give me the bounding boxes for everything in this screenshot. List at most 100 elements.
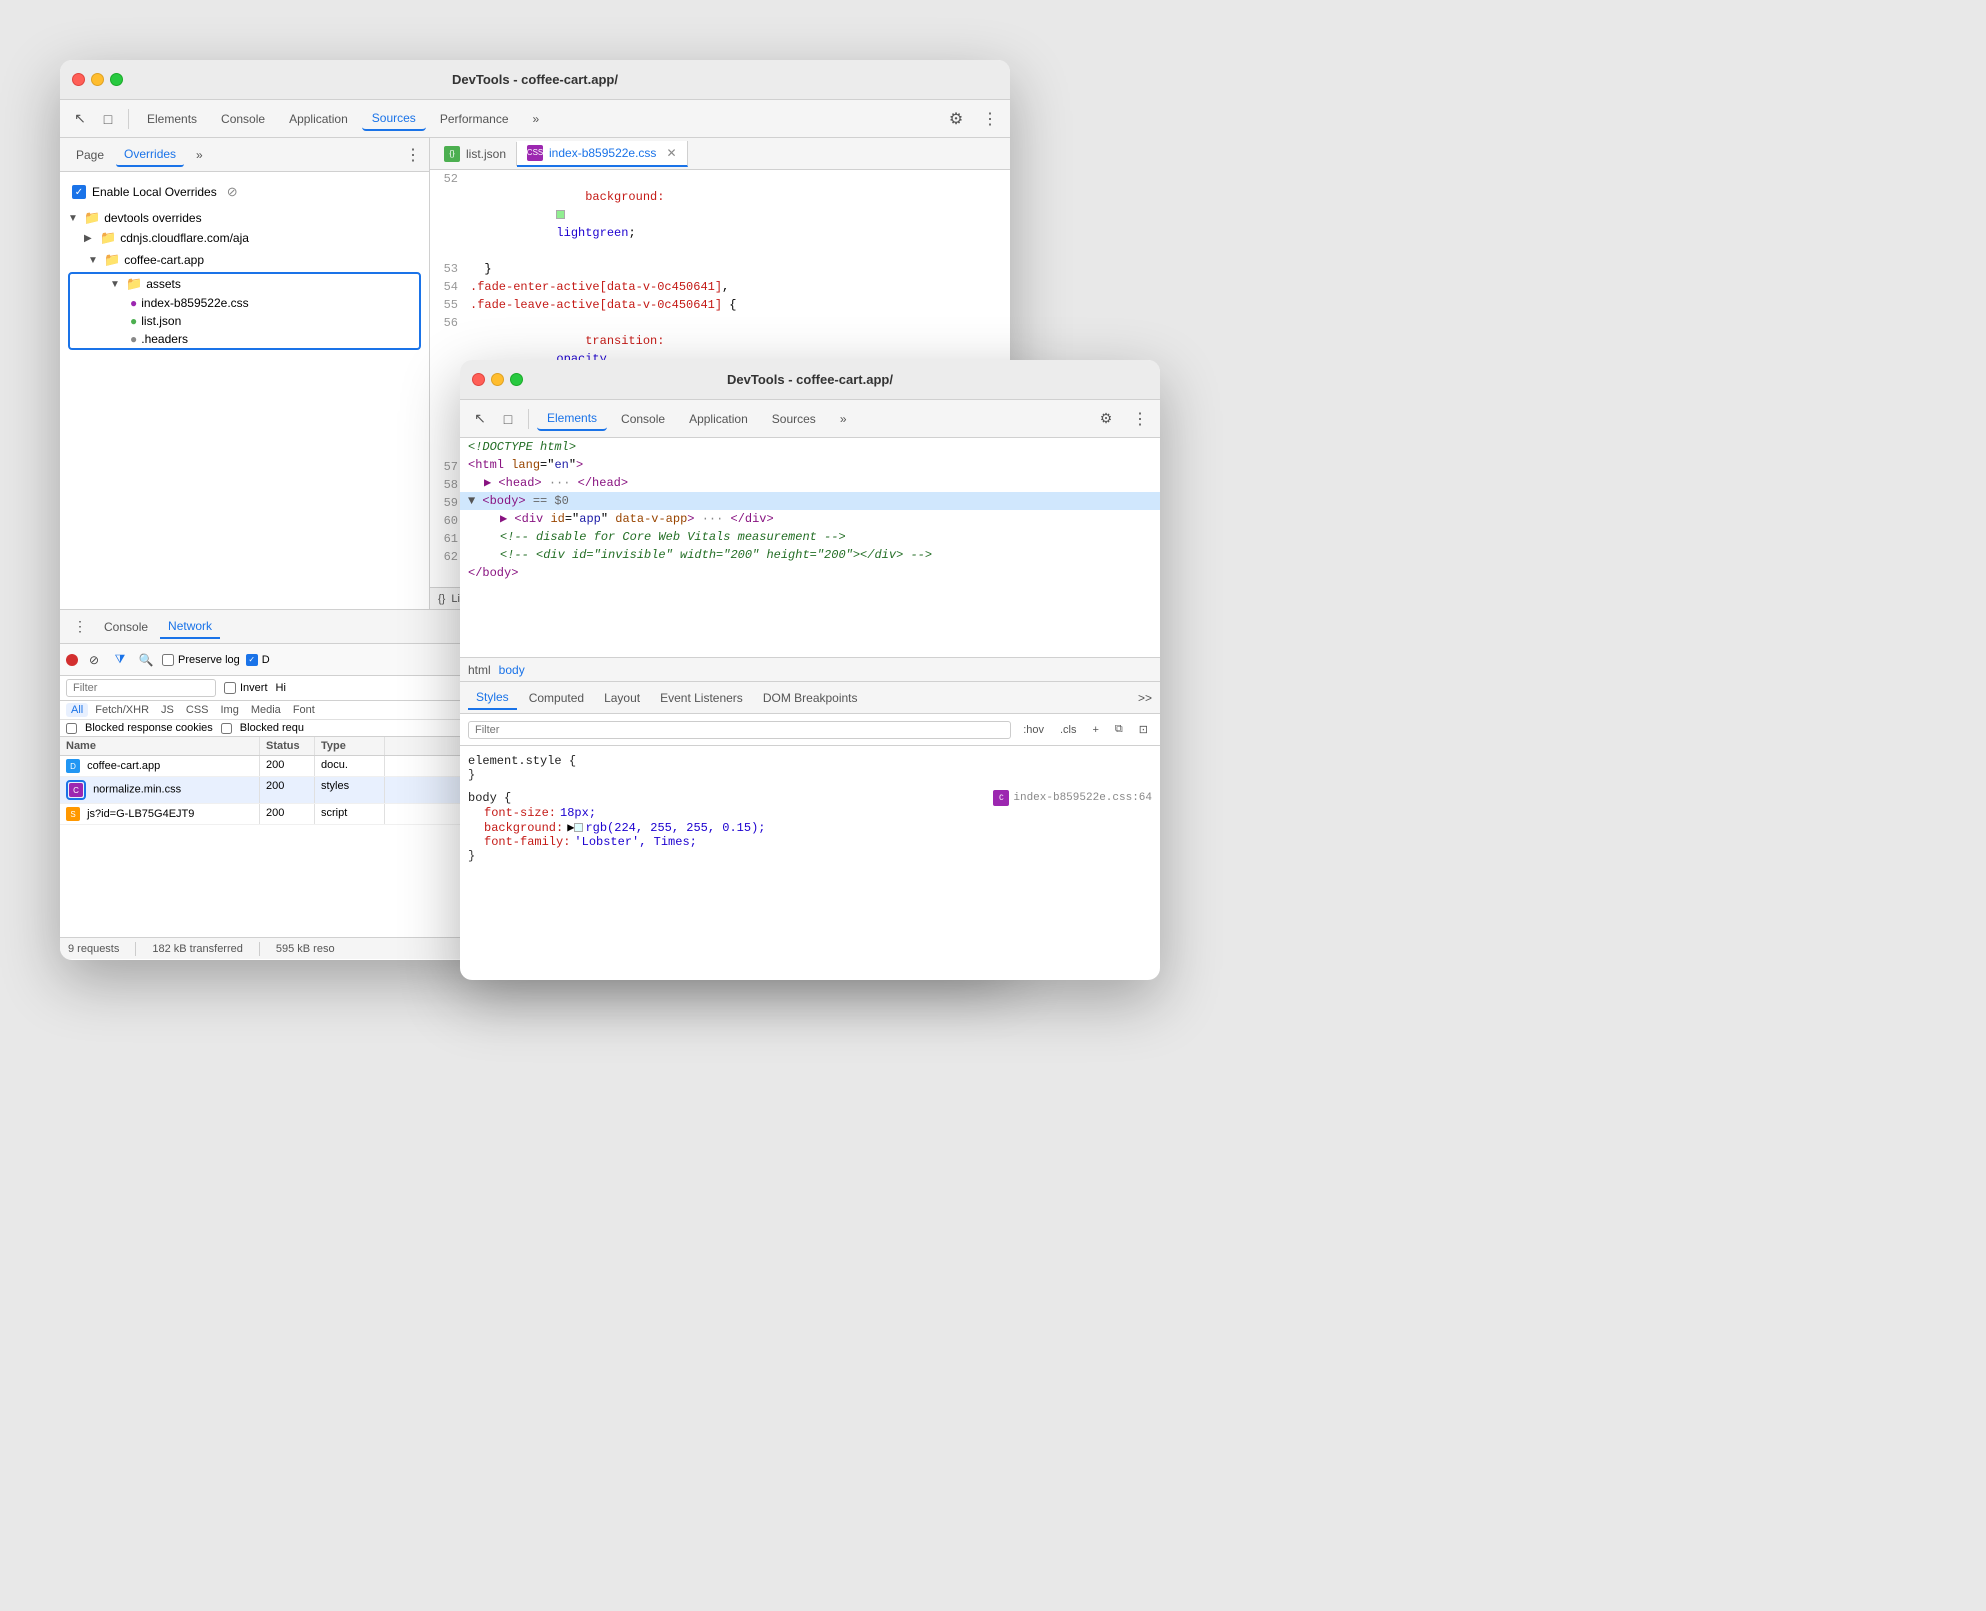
- tree-item-json[interactable]: ● list.json: [70, 312, 419, 330]
- enable-overrides-row[interactable]: ✓ Enable Local Overrides ⊘: [60, 180, 429, 204]
- network-filter-input[interactable]: [66, 679, 216, 697]
- more-menu-icon[interactable]: ⋮: [978, 107, 1002, 131]
- tab-elements[interactable]: Elements: [137, 108, 207, 130]
- styles-panel: Styles Computed Layout Event Listeners D…: [460, 682, 1160, 979]
- styles-tab-layout[interactable]: Layout: [596, 687, 648, 709]
- layout-button[interactable]: ⊡: [1135, 721, 1152, 738]
- html-panel: <!DOCTYPE html> <html lang="en"> ▶ <head…: [460, 438, 1160, 658]
- tab-elements-front[interactable]: Elements: [537, 407, 607, 431]
- tree-arrow-cdnjs: ▶: [84, 233, 96, 244]
- cursor-inspect-icon-front[interactable]: ↖: [468, 407, 492, 431]
- breadcrumb-html[interactable]: html: [468, 663, 491, 677]
- type-btn-img[interactable]: Img: [216, 703, 244, 717]
- script-file-icon: S: [66, 807, 80, 821]
- enable-overrides-label: Enable Local Overrides: [92, 185, 217, 199]
- file-tab-json[interactable]: {} list.json: [434, 142, 517, 166]
- type-btn-fetch[interactable]: Fetch/XHR: [90, 703, 154, 717]
- sidebar-tab-overrides[interactable]: Overrides: [116, 143, 184, 167]
- tree-item-cdnjs[interactable]: ▶ 📁 cdnjs.cloudflare.com/aja: [60, 228, 429, 248]
- close-tab-button[interactable]: ✕: [666, 146, 676, 160]
- copy-style-button[interactable]: ⧉: [1111, 721, 1127, 738]
- tree-root[interactable]: ▼ 📁 devtools overrides: [60, 208, 429, 228]
- html-line-comment2: <!-- <div id="invisible" width="200" hei…: [460, 546, 1160, 564]
- file-tab-css[interactable]: CSS index-b859522e.css ✕: [517, 141, 687, 167]
- tab-console[interactable]: Console: [211, 108, 275, 130]
- close-button-front[interactable]: [472, 373, 485, 386]
- tree-item-coffee-cart[interactable]: ▼ 📁 coffee-cart.app: [64, 250, 425, 270]
- html-line-body[interactable]: ▼ <body> == $0: [460, 492, 1160, 510]
- breadcrumb-body[interactable]: body: [499, 663, 525, 677]
- tab-application[interactable]: Application: [279, 108, 358, 130]
- type-btn-media[interactable]: Media: [246, 703, 286, 717]
- styles-tab-styles[interactable]: Styles: [468, 686, 517, 710]
- tree-item-css[interactable]: ● index-b859522e.css: [70, 294, 419, 312]
- filter-icon[interactable]: ⧩: [110, 650, 130, 670]
- type-btn-js[interactable]: JS: [156, 703, 179, 717]
- folder-icon-coffee-cart: 📁: [104, 252, 120, 268]
- json-file-icon: ●: [130, 314, 137, 328]
- type-btn-all[interactable]: All: [66, 703, 88, 717]
- preserve-log-label: Preserve log: [178, 654, 240, 666]
- tree-root-label: devtools overrides: [104, 211, 201, 225]
- json-tab-icon: {}: [444, 146, 460, 162]
- minimize-button[interactable]: [91, 73, 104, 86]
- col-header-status: Status: [260, 737, 315, 755]
- more-tabs-front[interactable]: »: [830, 408, 857, 430]
- styles-tab-dom[interactable]: DOM Breakpoints: [755, 687, 866, 709]
- net-cell-name-2: S js?id=G-LB75G4EJT9: [60, 804, 260, 824]
- net-cell-type-1: styles: [315, 777, 385, 803]
- styles-filter-input[interactable]: [468, 721, 1011, 739]
- enable-overrides-checkbox[interactable]: ✓: [72, 185, 86, 199]
- bottom-tab-network[interactable]: Network: [160, 615, 220, 639]
- type-btn-font[interactable]: Font: [288, 703, 320, 717]
- maximize-button-front[interactable]: [510, 373, 523, 386]
- close-button[interactable]: [72, 73, 85, 86]
- tab-sources-front[interactable]: Sources: [762, 408, 826, 430]
- sidebar-tab-page[interactable]: Page: [68, 144, 112, 166]
- record-button[interactable]: [66, 654, 78, 666]
- invert-checkbox[interactable]: Invert: [224, 682, 268, 694]
- preserve-log-checkbox[interactable]: Preserve log: [162, 654, 240, 666]
- add-style-button[interactable]: +: [1088, 722, 1102, 738]
- maximize-button[interactable]: [110, 73, 123, 86]
- sidebar-menu-icon[interactable]: ⋮: [405, 145, 421, 165]
- clear-icon[interactable]: ⊘: [84, 650, 104, 670]
- blocked-req-check[interactable]: [221, 723, 232, 734]
- tab-console-front[interactable]: Console: [611, 408, 675, 430]
- more-tabs-button[interactable]: »: [523, 108, 550, 130]
- style-source-link[interactable]: C index-b859522e.css:64: [993, 790, 1152, 806]
- disable-cache-checkbox[interactable]: ✓ D: [246, 654, 270, 666]
- styles-tab-event[interactable]: Event Listeners: [652, 687, 751, 709]
- settings-icon[interactable]: ⚙: [944, 107, 968, 131]
- styles-more-button[interactable]: >>: [1138, 691, 1152, 705]
- blocked-cookies-check[interactable]: [66, 723, 77, 734]
- sidebar-more-button[interactable]: »: [188, 144, 211, 166]
- type-btn-css[interactable]: CSS: [181, 703, 214, 717]
- style-prop-background: background:: [468, 821, 563, 835]
- device-icon-front[interactable]: □: [496, 407, 520, 431]
- styles-tab-computed[interactable]: Computed: [521, 687, 592, 709]
- minimize-button-front[interactable]: [491, 373, 504, 386]
- style-value-background: rgb(224, 255, 255, 0.15);: [585, 821, 765, 835]
- more-menu-front[interactable]: ⋮: [1128, 407, 1152, 431]
- bottom-dots-icon[interactable]: ⋮: [68, 615, 92, 639]
- tree-item-headers[interactable]: ● .headers: [70, 330, 419, 348]
- device-icon[interactable]: □: [96, 107, 120, 131]
- code-line-53: 53 }: [430, 260, 1010, 278]
- tab-performance[interactable]: Performance: [430, 108, 519, 130]
- search-icon[interactable]: 🔍: [136, 650, 156, 670]
- html-line-html: <html lang="en">: [460, 456, 1160, 474]
- elements-body: <!DOCTYPE html> <html lang="en"> ▶ <head…: [460, 438, 1160, 979]
- cls-button[interactable]: .cls: [1056, 722, 1081, 738]
- tab-application-front[interactable]: Application: [679, 408, 758, 430]
- cursor-inspect-icon[interactable]: ↖: [68, 107, 92, 131]
- settings-icon-front[interactable]: ⚙: [1094, 407, 1118, 431]
- hov-button[interactable]: :hov: [1019, 722, 1048, 738]
- invert-label: Invert: [240, 682, 268, 694]
- tab-sources[interactable]: Sources: [362, 107, 426, 131]
- tree-item-assets[interactable]: ▼ 📁 assets: [70, 274, 419, 294]
- style-brace-close-1: }: [468, 849, 1152, 863]
- code-line-52: 52 background: lightgreen;: [430, 170, 1010, 260]
- bottom-tab-console[interactable]: Console: [96, 616, 156, 638]
- window-title-back: DevTools - coffee-cart.app/: [452, 72, 618, 87]
